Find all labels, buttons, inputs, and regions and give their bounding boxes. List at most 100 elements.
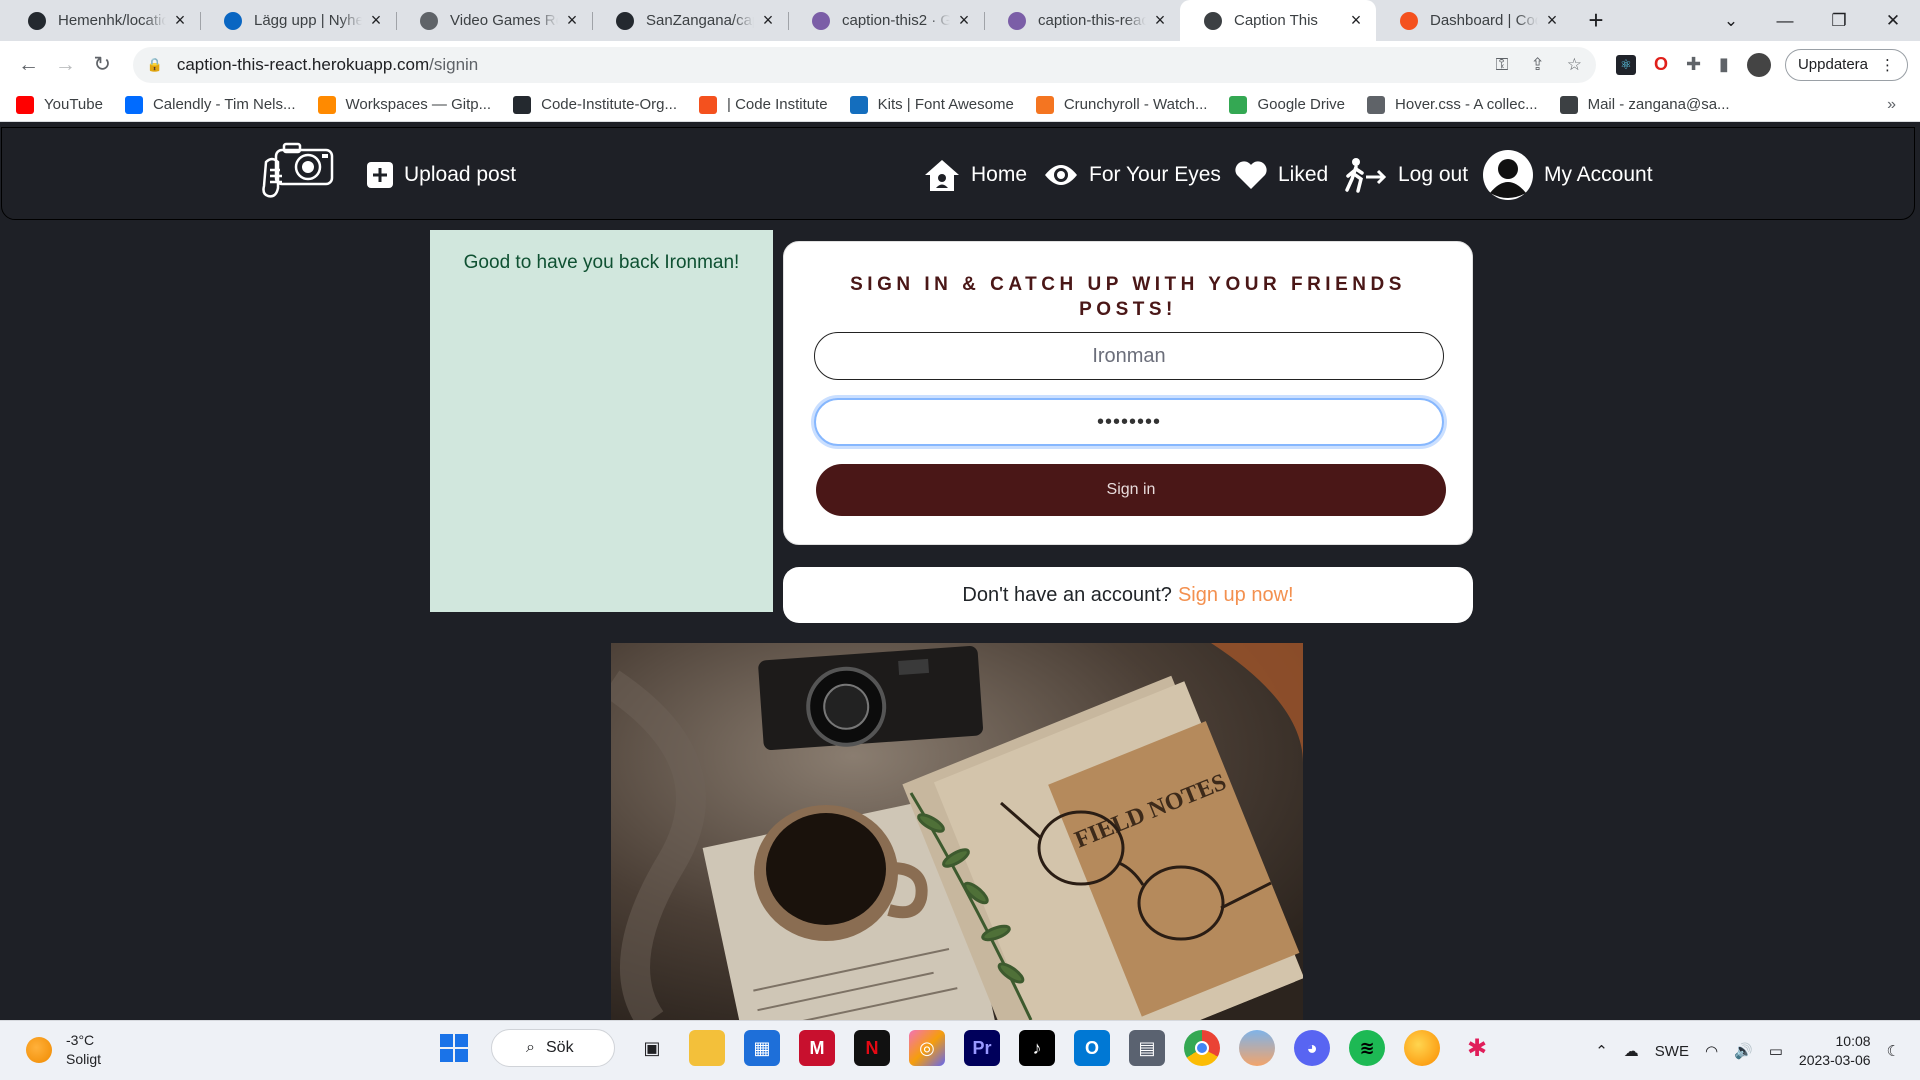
battery-icon[interactable]: ▭ <box>1769 1042 1783 1060</box>
logout-link[interactable]: Log out <box>1344 128 1468 221</box>
close-tab-icon[interactable]: × <box>954 10 974 31</box>
bookmark-item[interactable]: Calendly - Tim Nels... <box>124 95 296 114</box>
macos-icon[interactable] <box>1239 1030 1275 1066</box>
extensions-puzzle-icon[interactable]: ✚ <box>1686 54 1701 75</box>
bookmark-item[interactable]: Crunchyroll - Watch... <box>1035 95 1207 114</box>
close-tab-icon[interactable]: × <box>758 10 778 31</box>
username-input[interactable]: Ironman <box>814 332 1444 380</box>
clock[interactable]: 10:08 2023-03-06 <box>1799 1032 1871 1070</box>
star-icon[interactable]: ☆ <box>1567 55 1582 75</box>
slack-icon[interactable]: ✱ <box>1459 1030 1495 1066</box>
tab-title: caption-this-react <box>1038 12 1146 29</box>
onedrive-icon[interactable]: ☁ <box>1624 1042 1639 1060</box>
bookmark-label: Google Drive <box>1257 96 1346 113</box>
browser-tab[interactable]: Dashboard | Code× <box>1376 0 1572 41</box>
bookmark-item[interactable]: Workspaces — Gitp... <box>317 95 491 114</box>
mcafee-icon[interactable]: M <box>799 1030 835 1066</box>
temperature: -3°C <box>66 1032 95 1048</box>
volume-icon[interactable]: 🔊 <box>1734 1042 1753 1060</box>
update-button[interactable]: Uppdatera ⋮ <box>1784 48 1909 81</box>
tab-search-icon[interactable]: ⌄ <box>1704 0 1758 41</box>
tray-chevron-icon[interactable]: ⌃ <box>1595 1042 1608 1060</box>
avatar <box>1482 149 1534 201</box>
weather-app-icon[interactable] <box>1404 1030 1440 1066</box>
calculator-icon[interactable]: ▤ <box>1129 1030 1165 1066</box>
camera-logo[interactable] <box>262 140 336 202</box>
close-window-button[interactable]: ✕ <box>1866 0 1920 41</box>
browser-tab[interactable]: caption-this-react × <box>984 0 1180 41</box>
password-input[interactable]: •••••••• <box>814 398 1444 446</box>
close-tab-icon[interactable]: × <box>562 10 582 31</box>
github-icon <box>513 95 532 114</box>
taskbar-search-label: Sök <box>546 1039 574 1056</box>
chrome-icon[interactable] <box>1184 1030 1220 1066</box>
weather-widget[interactable]: -3°C Soligt <box>26 1031 101 1069</box>
language-indicator[interactable]: SWE <box>1655 1043 1689 1060</box>
walking-arrow-icon <box>1344 157 1388 193</box>
task-view-icon[interactable]: ▣ <box>634 1030 670 1066</box>
sun-icon <box>26 1037 52 1063</box>
browser-tab[interactable]: Lägg upp | Nyheter× <box>200 0 396 41</box>
outlook-icon[interactable]: O <box>1074 1030 1110 1066</box>
signup-prompt: Don't have an account? Sign up now! <box>783 567 1473 623</box>
signin-button[interactable]: Sign in <box>816 464 1446 516</box>
microsoft-store-icon[interactable]: ▦ <box>744 1030 780 1066</box>
bookmark-item[interactable]: Google Drive <box>1229 95 1346 114</box>
side-panel-icon[interactable]: ▮ <box>1719 54 1729 75</box>
my-account-link[interactable]: My Account <box>1482 128 1653 221</box>
web-page: Upload post Home For Your Eyes Liked Log <box>0 122 1920 1020</box>
discord-icon[interactable]: ◕ <box>1294 1030 1330 1066</box>
notifications-icon[interactable]: ☾ <box>1887 1042 1900 1060</box>
kebab-menu-icon[interactable]: ⋮ <box>1880 56 1895 74</box>
browser-tab[interactable]: Caption This × <box>1180 0 1376 41</box>
key-icon[interactable]: ⚿ <box>1496 55 1509 75</box>
netflix-icon[interactable]: N <box>854 1030 890 1066</box>
for-your-eyes-link[interactable]: For Your Eyes <box>1043 128 1221 221</box>
close-tab-icon[interactable]: × <box>170 10 190 31</box>
close-tab-icon[interactable]: × <box>1150 10 1170 31</box>
spotify-icon[interactable]: ≋ <box>1349 1030 1385 1066</box>
tab-title: SanZangana/caption <box>646 12 754 29</box>
browser-tab[interactable]: SanZangana/caption× <box>592 0 788 41</box>
bookmark-item[interactable]: YouTube <box>16 95 103 114</box>
file-explorer-icon[interactable] <box>689 1030 725 1066</box>
home-link[interactable]: Home <box>923 128 1027 221</box>
forward-icon[interactable]: → <box>49 47 82 83</box>
photos-icon[interactable]: ◎ <box>909 1030 945 1066</box>
bookmark-item[interactable]: Mail - zangana@sa... <box>1559 95 1730 114</box>
back-icon[interactable]: ← <box>12 47 45 83</box>
share-icon[interactable]: ⇪ <box>1530 55 1544 75</box>
globe-icon <box>1367 95 1386 114</box>
browser-tab[interactable]: Video Games Reviews× <box>396 0 592 41</box>
close-tab-icon[interactable]: × <box>1542 10 1562 31</box>
tiktok-icon[interactable]: ♪ <box>1019 1030 1055 1066</box>
upload-post-link[interactable]: Upload post <box>366 128 516 221</box>
globe-icon <box>420 11 438 30</box>
browser-tab[interactable]: Hemenhk/location× <box>4 0 200 41</box>
bookmark-item[interactable]: Hover.css - A collec... <box>1367 95 1538 114</box>
close-tab-icon[interactable]: × <box>1346 10 1366 31</box>
liked-link[interactable]: Liked <box>1234 128 1328 221</box>
plus-square-icon <box>366 161 394 189</box>
premiere-pro-icon[interactable]: Pr <box>964 1030 1000 1066</box>
more-bookmarks-icon[interactable]: » <box>1887 96 1896 114</box>
reload-icon[interactable]: ↻ <box>86 47 119 83</box>
browser-tab[interactable]: caption-this2 · GitHub× <box>788 0 984 41</box>
minimize-button[interactable]: — <box>1758 0 1812 41</box>
windows-start-icon[interactable] <box>436 1030 472 1066</box>
opera-extension-icon[interactable]: O <box>1654 54 1668 75</box>
bookmark-label: YouTube <box>44 96 103 113</box>
react-devtools-icon[interactable]: ⚛ <box>1615 54 1636 75</box>
bookmark-item[interactable]: | Code Institute <box>699 95 828 114</box>
taskbar-search[interactable]: ⌕ Sök <box>491 1029 615 1067</box>
bookmark-item[interactable]: Code-Institute-Org... <box>513 95 677 114</box>
wifi-icon[interactable]: ◠ <box>1705 1042 1718 1060</box>
new-tab-button[interactable]: + <box>1576 0 1616 41</box>
bookmark-item[interactable]: Kits | Font Awesome <box>849 95 1014 114</box>
restore-button[interactable]: ❐ <box>1812 0 1866 41</box>
address-bar[interactable]: 🔒 caption-this-react.herokuapp.com/signi… <box>132 46 1596 83</box>
profile-avatar-icon[interactable] <box>1746 52 1771 77</box>
close-tab-icon[interactable]: × <box>366 10 386 31</box>
site-navbar: Upload post Home For Your Eyes Liked Log <box>1 127 1915 220</box>
signup-link[interactable]: Sign up now! <box>1178 584 1294 607</box>
